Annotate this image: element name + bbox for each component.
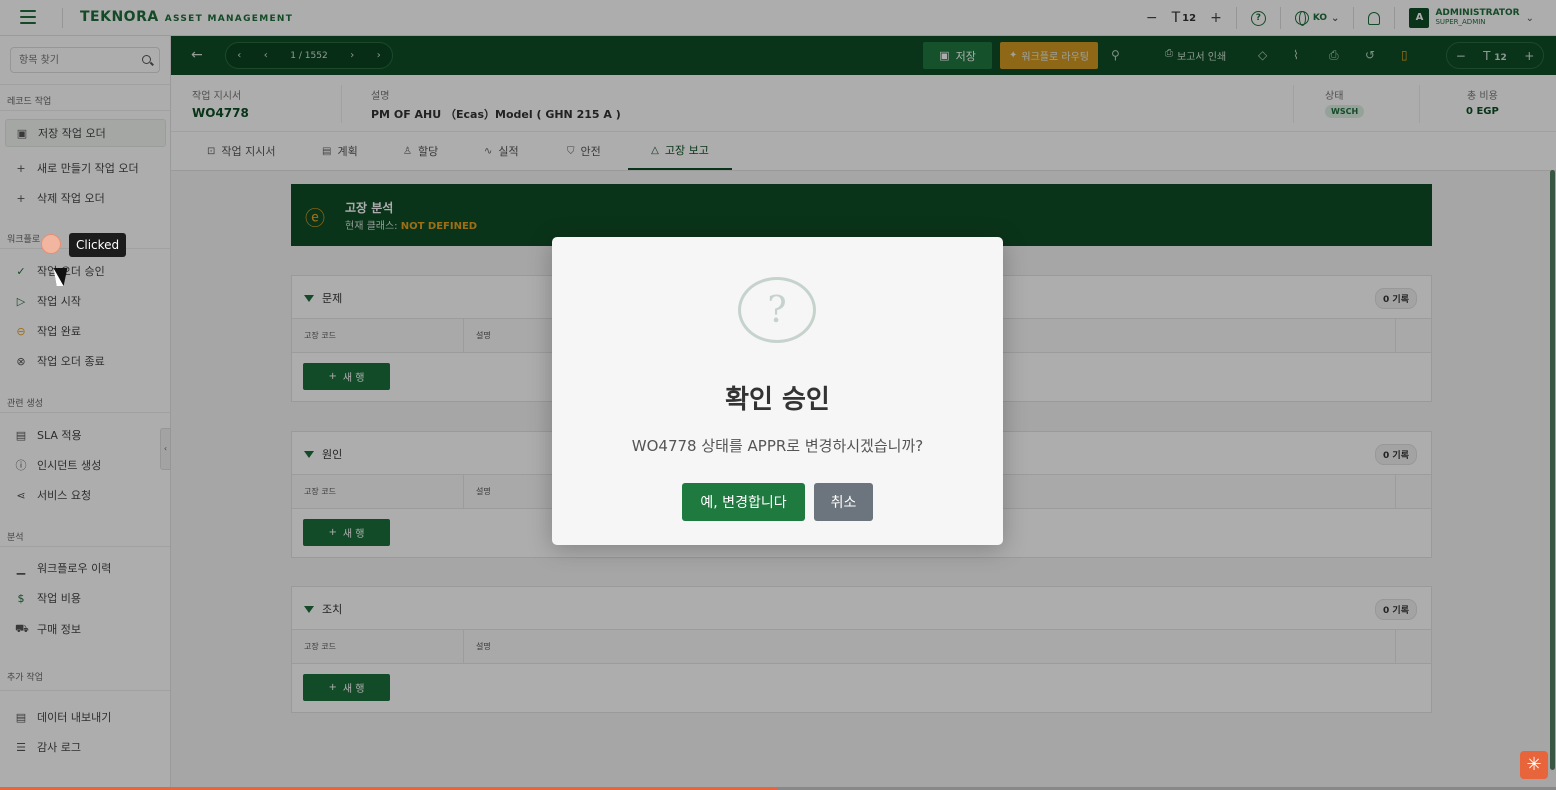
confirm-button[interactable]: 예, 변경합니다 — [682, 483, 805, 521]
assistant-widget-icon[interactable]: ✳ — [1520, 751, 1548, 779]
confirm-approval-dialog: ? 확인 승인 WO4778 상태를 APPR로 변경하시겠습니까? 예, 변경… — [552, 237, 1003, 545]
click-indicator — [41, 234, 61, 254]
dialog-message: WO4778 상태를 APPR로 변경하시겠습니까? — [631, 437, 924, 455]
question-icon: ? — [738, 277, 816, 343]
dialog-title: 확인 승인 — [725, 385, 830, 415]
mouse-cursor-icon — [53, 268, 71, 286]
cancel-button[interactable]: 취소 — [814, 483, 873, 521]
clicked-tooltip: Clicked — [69, 233, 127, 257]
